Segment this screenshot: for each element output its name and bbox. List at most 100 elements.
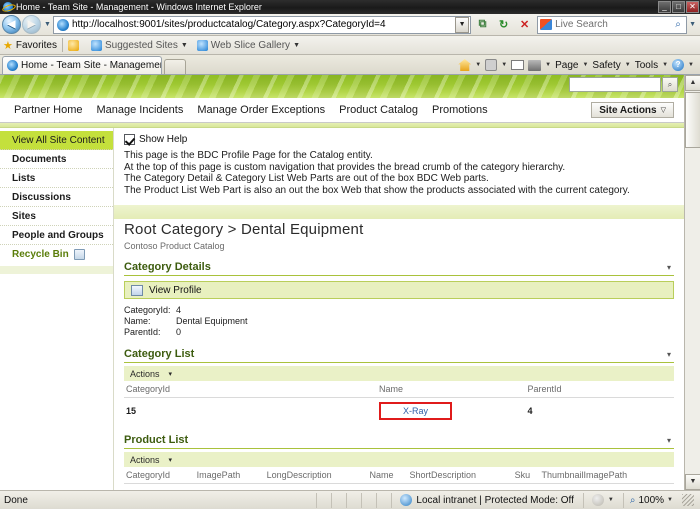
detail-key: ParentId: (124, 327, 161, 337)
minimize-button[interactable]: _ (658, 1, 671, 13)
compatibility-view-icon[interactable]: ⧉ (473, 15, 492, 34)
view-profile-button[interactable]: View Profile (124, 281, 674, 299)
tools-menu-button[interactable]: Tools (635, 60, 658, 71)
mail-button[interactable] (511, 60, 525, 70)
show-help-row[interactable]: Show Help (124, 134, 674, 145)
refresh-icon[interactable]: ↻ (494, 15, 513, 34)
history-dropdown-icon[interactable]: ▼ (44, 21, 51, 28)
webpart-menu-icon[interactable]: ▾ (667, 350, 674, 359)
main-content: Show Help This page is the BDC Profile P… (114, 128, 684, 490)
chevron-down-icon: ▼ (293, 41, 300, 49)
search-input[interactable]: Live Search ⌕ (537, 15, 688, 34)
chevron-down-icon[interactable]: ▼ (582, 62, 588, 68)
internet-zone-icon (400, 494, 413, 506)
category-list-actions-bar[interactable]: Actions ▾ (124, 366, 674, 381)
nav-manage-order-exceptions[interactable]: Manage Order Exceptions (197, 104, 325, 116)
home-button[interactable] (458, 59, 472, 71)
chevron-down-icon[interactable]: ▼ (475, 62, 481, 68)
address-input[interactable]: http://localhost:9001/sites/productcatal… (52, 15, 472, 34)
category-name-link[interactable]: X-Ray (403, 406, 428, 416)
sidebar-item-label: Documents (12, 153, 67, 165)
help-icon: ? (672, 59, 685, 71)
column-header-sku: Sku (512, 467, 540, 484)
chevron-down-icon[interactable]: ▼ (625, 62, 631, 68)
security-zone-label: Local intranet | Protected Mode: Off (416, 494, 574, 506)
chevron-down-icon[interactable]: ▼ (667, 497, 673, 503)
sidebar-item-lists[interactable]: Lists (0, 169, 113, 188)
resize-grip[interactable] (682, 494, 694, 506)
safety-menu-button[interactable]: Safety (592, 60, 620, 71)
actions-label: Actions (130, 368, 160, 379)
scroll-up-button[interactable]: ▲ (685, 75, 700, 91)
site-search-button[interactable]: ⌕ (662, 77, 678, 92)
sidebar-item-documents[interactable]: Documents (0, 150, 113, 169)
security-zone[interactable]: Local intranet | Protected Mode: Off (391, 492, 582, 508)
protected-mode-indicator[interactable]: ▼ (582, 492, 622, 508)
nav-promotions[interactable]: Promotions (432, 104, 488, 116)
help-line: At the top of this page is custom naviga… (124, 161, 566, 173)
nav-partner-home[interactable]: Partner Home (14, 104, 82, 116)
search-provider-dropdown-icon[interactable]: ▼ (689, 21, 696, 28)
detail-key: CategoryId: (124, 305, 171, 315)
favorites-divider (62, 38, 63, 52)
chevron-down-icon[interactable]: ▼ (662, 62, 668, 68)
chevron-down-icon: ▼ (180, 41, 188, 49)
sidebar-item-sites[interactable]: Sites (0, 207, 113, 226)
close-button[interactable]: ✕ (686, 1, 699, 13)
profile-card-icon (131, 284, 143, 296)
site-search-input[interactable] (569, 77, 661, 92)
help-line: The Category Detail & Category List Web … (124, 173, 489, 184)
print-button[interactable] (528, 59, 542, 71)
maximize-button[interactable]: □ (672, 1, 685, 13)
vertical-scrollbar[interactable]: ▲ ▼ (684, 75, 700, 490)
nav-product-catalog[interactable]: Product Catalog (339, 104, 418, 116)
nav-manage-incidents[interactable]: Manage Incidents (96, 104, 183, 116)
new-tab-button[interactable] (164, 59, 186, 74)
sidebar-item-recycle-bin[interactable]: Recycle Bin (0, 245, 113, 264)
help-line: This page is the BDC Profile Page for th… (124, 150, 373, 161)
help-button[interactable]: ? (672, 59, 685, 71)
address-dropdown-button[interactable]: ▼ (455, 16, 470, 33)
chevron-down-icon: ▾ (168, 370, 173, 378)
zoom-control[interactable]: ⌕ 100% ▼ (622, 492, 679, 508)
forward-button[interactable]: ▶ (22, 15, 41, 34)
chevron-down-icon[interactable]: ▼ (501, 62, 507, 68)
feeds-button[interactable] (485, 59, 498, 71)
chevron-down-icon[interactable]: ▼ (688, 62, 694, 68)
sidebar-item-label: Discussions (12, 191, 71, 203)
column-header-longdescription: LongDescription (264, 467, 368, 484)
sidebar-item-people-and-groups[interactable]: People and Groups (0, 226, 113, 245)
sidebar-item-discussions[interactable]: Discussions (0, 188, 113, 207)
actions-label: Actions (130, 454, 160, 465)
chevron-down-icon[interactable]: ▼ (545, 62, 551, 68)
favorites-add-icon[interactable] (68, 39, 82, 51)
command-bar: ▼ ▼ ▼ Page ▼ Safety ▼ Tools ▼ ? ▼ (456, 56, 700, 74)
stop-icon[interactable]: ✕ (515, 15, 534, 34)
web-slice-gallery-button[interactable]: Web Slice Gallery ▼ (196, 39, 300, 51)
sidebar-item-view-all-site-content[interactable]: View All Site Content (0, 131, 113, 150)
tab-home-team-site[interactable]: Home - Team Site - Management (2, 56, 162, 74)
site-actions-label: Site Actions (599, 104, 657, 116)
favorites-button[interactable]: Favorites (16, 40, 57, 51)
product-list-actions-bar[interactable]: Actions ▾ (124, 452, 674, 467)
webpart-menu-icon[interactable]: ▾ (667, 436, 674, 445)
page-viewport: ⌕ Partner Home Manage Incidents Manage O… (0, 75, 700, 490)
back-button[interactable]: ◀ (2, 15, 21, 34)
page-favicon-icon (56, 18, 69, 31)
page-menu-button[interactable]: Page (555, 60, 578, 71)
web-slice-gallery-label: Web Slice Gallery (210, 39, 291, 51)
show-help-checkbox[interactable] (124, 134, 135, 145)
search-icon[interactable]: ⌕ (670, 16, 686, 34)
detail-value: 4 (176, 305, 182, 315)
scrollbar-thumb[interactable] (685, 92, 700, 148)
status-bar: Done Local intranet | Protected Mode: Of… (0, 490, 700, 509)
sidebar-item-label: Lists (12, 172, 36, 184)
detail-row: Name: Dental Equipment (124, 316, 674, 327)
scroll-down-button[interactable]: ▼ (685, 474, 700, 490)
webpart-menu-icon[interactable]: ▾ (667, 263, 674, 272)
suggested-sites-button[interactable]: Suggested Sites ▼ (91, 39, 188, 51)
detail-row: ParentId: 0 (124, 327, 674, 338)
site-actions-menu[interactable]: Site Actions ▽ (591, 102, 674, 118)
site-search: ⌕ (569, 77, 678, 92)
printer-icon (528, 59, 542, 71)
